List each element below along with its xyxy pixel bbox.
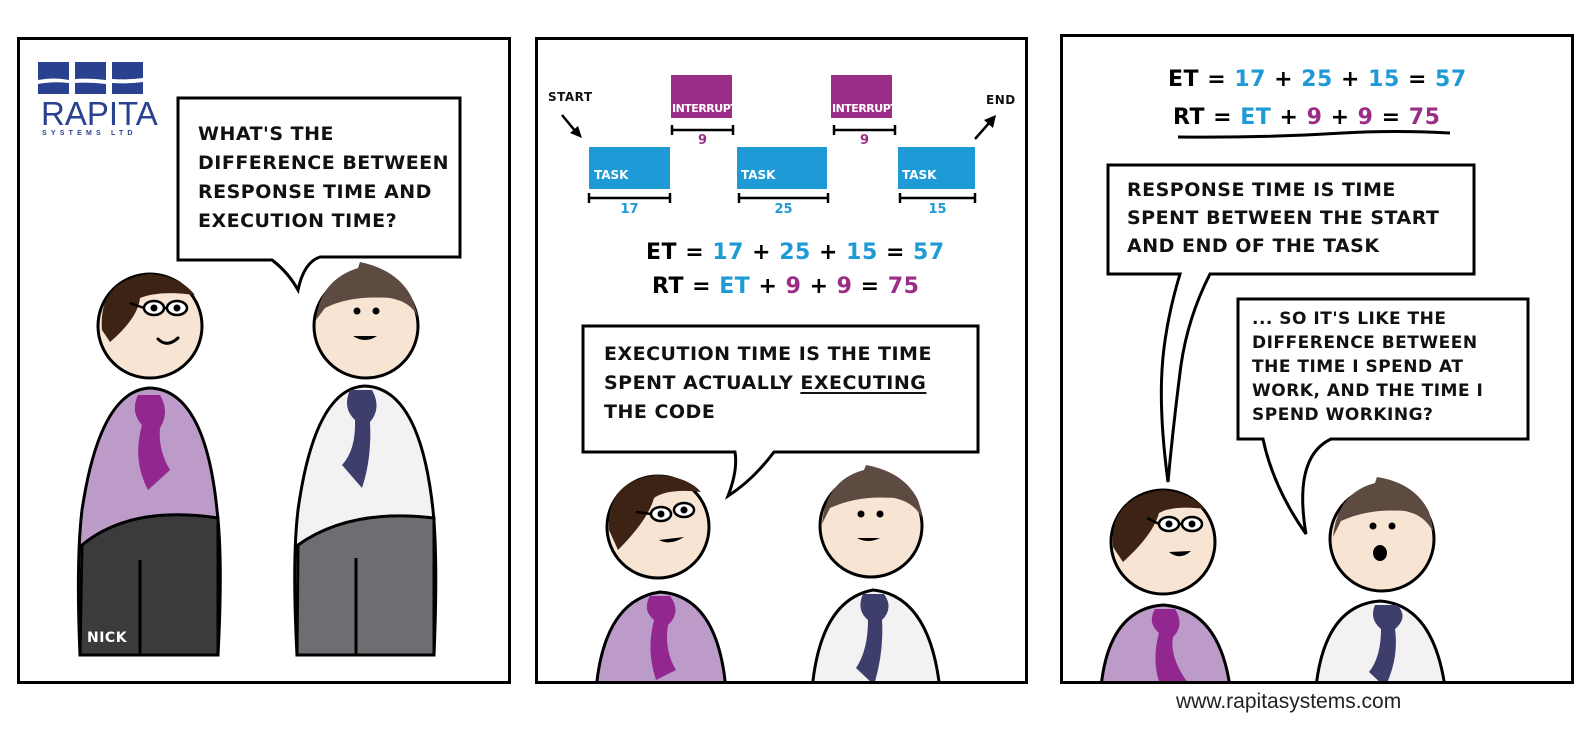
speech-text-response: Response time is time spent between the … (1127, 176, 1440, 260)
speech-text-question: What's the difference between response t… (198, 120, 449, 236)
equation-et: ET = 17 + 25 + 15 = 57 (1168, 67, 1467, 92)
eq-plus: + (1279, 105, 1299, 130)
speech-line: difference between (198, 152, 450, 174)
task-label: TASK (902, 168, 937, 182)
footer-website-link[interactable]: www.rapitasystems.com (1176, 690, 1401, 714)
eq-term: ET (1240, 105, 1272, 130)
eq-lhs: ET (1168, 67, 1200, 92)
eq-sign: = (692, 274, 712, 299)
speech-line: Execution time is the time (604, 343, 932, 365)
equation-underline (1177, 130, 1451, 139)
eq-term: 15 (1368, 67, 1400, 92)
eq-term: 25 (779, 240, 811, 265)
task-label: TASK (741, 168, 776, 182)
eq-plus: + (752, 240, 772, 265)
task-duration: 17 (620, 202, 639, 217)
task-label: TASK (594, 168, 629, 182)
equation-rt: RT = ET + 9 + 9 = 75 (1173, 105, 1440, 130)
eq-result: 75 (1408, 105, 1441, 130)
speech-line: the code (604, 401, 716, 423)
eq-term: 25 (1301, 67, 1333, 92)
eq-lhs: RT (652, 274, 684, 299)
comic-panel-3: ET = 17 + 25 + 15 = 57 RT = ET + 9 + 9 =… (1060, 34, 1574, 684)
eq-term: ET (719, 274, 751, 299)
eq-result: 57 (1435, 67, 1467, 92)
character-nick (1100, 488, 1231, 681)
character-nick (76, 272, 222, 657)
eq-sign: = (1207, 67, 1227, 92)
speech-text-execution: Execution time is the time spent actuall… (604, 340, 932, 427)
character-colleague (811, 465, 941, 681)
speech-line: spend working? (1252, 405, 1434, 425)
interrupt-label: INTERRUPT (832, 102, 898, 115)
eq-sign: = (860, 274, 880, 299)
eq-result: 57 (913, 240, 945, 265)
eq-plus: + (1274, 67, 1294, 92)
eq-sign: = (1381, 105, 1401, 130)
speech-line: and end of the task (1127, 235, 1380, 257)
task-duration: 25 (774, 202, 793, 217)
eq-term: 9 (785, 274, 802, 299)
speech-fragment: spent actually (604, 372, 801, 394)
emphasized-word: executing (800, 372, 927, 394)
speech-line: spent between the start (1127, 207, 1440, 229)
eq-result: 75 (887, 274, 920, 299)
eq-term: 9 (1357, 105, 1374, 130)
start-label: START (548, 90, 593, 104)
speech-line: execution time? (198, 210, 398, 232)
eq-plus: + (809, 274, 829, 299)
name-tag: NICK (87, 630, 128, 646)
end-arrow-icon (974, 115, 996, 140)
eq-term: 15 (846, 240, 878, 265)
eq-plus: + (819, 240, 838, 265)
speech-line: ... so it's like the (1252, 309, 1447, 329)
speech-line: difference between (1252, 333, 1478, 353)
eq-sign: = (685, 240, 705, 265)
rapita-logo-icon (38, 62, 143, 94)
eq-lhs: ET (646, 240, 678, 265)
speech-text-reply: ... so it's like the difference between … (1252, 307, 1483, 427)
speech-line: spent actually executing (604, 369, 932, 398)
eq-term: 17 (712, 240, 744, 265)
task-duration: 15 (928, 202, 947, 217)
eq-term: 9 (836, 274, 853, 299)
equation-rt: RT = ET + 9 + 9 = 75 (652, 274, 919, 299)
character-nick (595, 474, 727, 681)
speech-line: What's the (198, 123, 335, 145)
eq-plus: + (1330, 105, 1350, 130)
character-colleague (293, 262, 438, 657)
comic-panel-1: RAPITA SYSTEMS LTD What's the difference… (17, 37, 511, 684)
end-label: END (986, 93, 1016, 107)
equation-et: ET = 17 + 25 + 15 = 57 (646, 240, 945, 265)
speech-line: work, and the time I (1252, 381, 1484, 401)
start-arrow-icon (561, 114, 582, 138)
speech-line: the time I spend at (1252, 357, 1464, 377)
speech-line: Response time is time (1127, 179, 1396, 201)
interrupt-duration: 9 (859, 133, 870, 148)
character-colleague (1315, 477, 1446, 681)
eq-lhs: RT (1173, 105, 1205, 130)
eq-sign: = (1213, 105, 1233, 130)
comic-panel-2: START END TASK TASK TASK INTERRUPT INTER… (535, 37, 1028, 684)
eq-term: 9 (1306, 105, 1323, 130)
interrupt-label: INTERRUPT (672, 102, 738, 115)
eq-term: 17 (1234, 67, 1266, 92)
eq-plus: + (758, 274, 778, 299)
eq-sign: = (1407, 67, 1427, 92)
speech-line: response time and (198, 181, 432, 203)
logo-wordmark: RAPITA (41, 95, 158, 132)
eq-plus: + (1341, 67, 1360, 92)
logo-subtitle: SYSTEMS LTD (42, 130, 137, 137)
interrupt-duration: 9 (697, 133, 708, 148)
eq-sign: = (885, 240, 905, 265)
